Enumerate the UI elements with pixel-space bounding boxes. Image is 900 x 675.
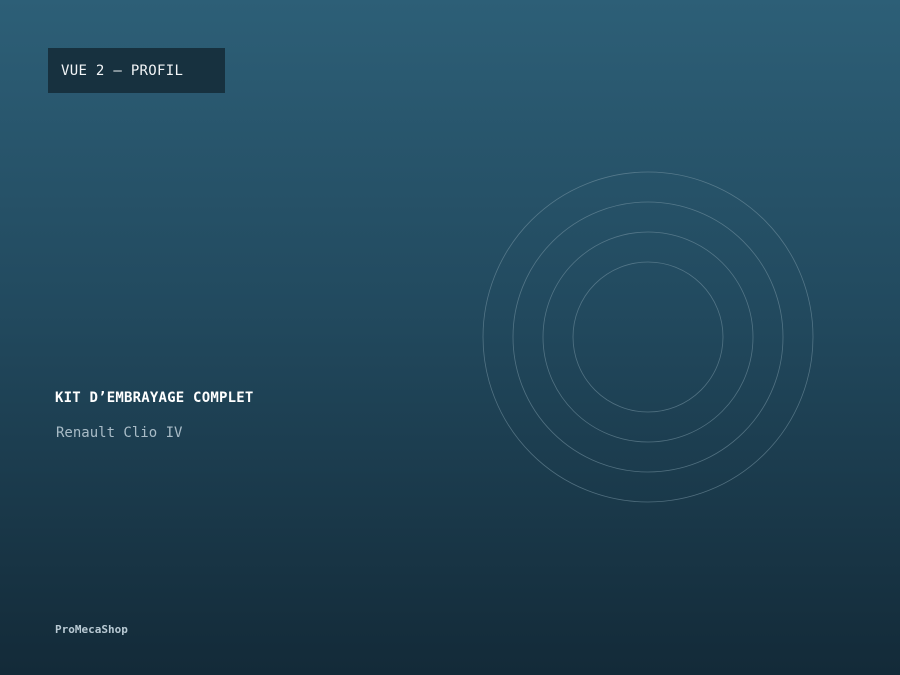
brand-name: ProMecaShop	[55, 623, 128, 636]
ring-outer	[482, 171, 814, 503]
product-title: KIT D’EMBRAYAGE COMPLET	[55, 390, 254, 406]
view-label-badge: VUE 2 — PROFIL	[48, 48, 225, 93]
ring-second	[512, 201, 784, 473]
view-label-text: VUE 2 — PROFIL	[61, 62, 184, 79]
ring-third	[542, 231, 754, 443]
product-subtitle: Renault Clio IV	[56, 425, 183, 441]
ring-inner	[572, 261, 724, 413]
concentric-rings-icon	[482, 171, 814, 503]
